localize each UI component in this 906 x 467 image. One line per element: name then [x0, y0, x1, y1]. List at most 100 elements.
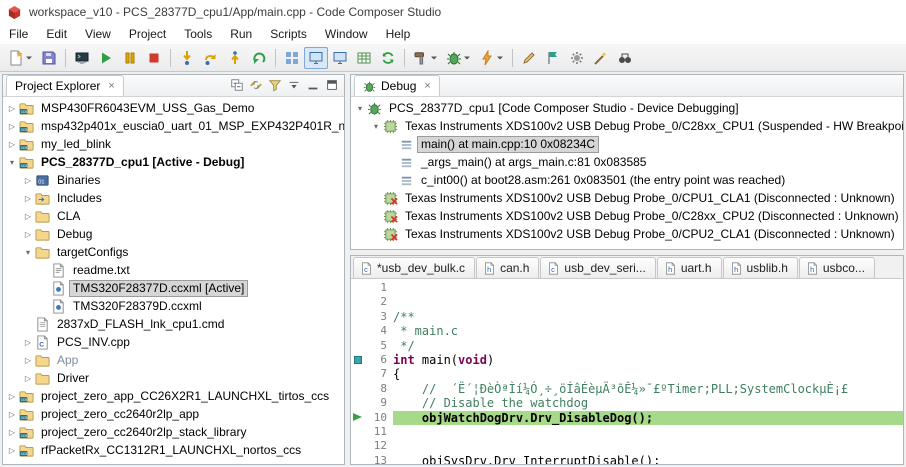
tree-item[interactable]: readme.txt: [3, 261, 344, 279]
code-line[interactable]: 1: [351, 281, 903, 295]
tree-item[interactable]: ▷ msp432p401x_euscia0_uart_01_MSP_EXP432P…: [3, 117, 344, 135]
tree-item[interactable]: 2837xD_FLASH_lnk_cpu1.cmd: [3, 315, 344, 333]
tree-item[interactable]: ▷ Driver: [3, 369, 344, 387]
wand-button[interactable]: [589, 47, 613, 69]
menu-help[interactable]: Help: [377, 25, 420, 43]
terminate-button[interactable]: [142, 47, 166, 69]
code-line[interactable]: 9 // Disable the watchdog: [351, 396, 903, 410]
expander-icon[interactable]: ▾: [370, 122, 382, 131]
editor-tab[interactable]: usb_dev_seri...: [540, 257, 656, 278]
tree-item[interactable]: TMS320F28379D.ccxml: [3, 297, 344, 315]
tree-item[interactable]: ▷ App: [3, 351, 344, 369]
line-number[interactable]: 4: [365, 324, 393, 338]
console-button[interactable]: [70, 47, 94, 69]
tree-item[interactable]: ▷ Binaries: [3, 171, 344, 189]
debug-core-item[interactable]: Texas Instruments XDS100v2 USB Debug Pro…: [351, 189, 903, 207]
debug-core-item[interactable]: ▾ Texas Instruments XDS100v2 USB Debug Pr…: [351, 117, 903, 135]
menu-file[interactable]: File: [0, 25, 37, 43]
maximize-icon[interactable]: [325, 78, 339, 92]
expander-icon[interactable]: ▷: [22, 194, 34, 203]
resume-button[interactable]: [94, 47, 118, 69]
step-over-button[interactable]: [199, 47, 223, 69]
expander-icon[interactable]: ▾: [22, 248, 34, 257]
suspend-button[interactable]: [118, 47, 142, 69]
editor-tab[interactable]: usblib.h: [722, 257, 798, 278]
line-number[interactable]: 2: [365, 295, 393, 309]
tree-item[interactable]: ▷ MSP430FR6043EVM_USS_Gas_Demo: [3, 99, 344, 117]
line-number[interactable]: 5: [365, 339, 393, 353]
build-button[interactable]: [409, 47, 442, 69]
menu-run[interactable]: Run: [221, 25, 261, 43]
expander-icon[interactable]: ▷: [22, 176, 34, 185]
tree-item[interactable]: ▷ project_zero_cc2640r2lp_stack_library: [3, 423, 344, 441]
tree-item-active-project[interactable]: ▾ PCS_28377D_cpu1 [Active - Debug]: [3, 153, 344, 171]
code-line[interactable]: 6 int main(void): [351, 353, 903, 367]
code-line[interactable]: 7{: [351, 367, 903, 381]
code-line[interactable]: 12: [351, 439, 903, 453]
refresh-button[interactable]: [376, 47, 400, 69]
tab-project-explorer[interactable]: Project Explorer ×: [6, 75, 124, 96]
line-number[interactable]: 6: [365, 353, 393, 367]
code-line[interactable]: 8 // ´Ë´¦ÐèÒªÌí¼Ó¸÷¸öÍâÉèµÄ³õÊ¼»¯£ºTimer…: [351, 382, 903, 396]
code-line[interactable]: 11: [351, 425, 903, 439]
menu-scripts[interactable]: Scripts: [261, 25, 316, 43]
settings-button[interactable]: [565, 47, 589, 69]
minimize-icon[interactable]: [306, 78, 320, 92]
debug-session-item[interactable]: ▾ PCS_28377D_cpu1 [Code Composer Studio -…: [351, 99, 903, 117]
tree-item[interactable]: ▷ CLA: [3, 207, 344, 225]
line-number[interactable]: 7: [365, 367, 393, 381]
annotate-button[interactable]: [517, 47, 541, 69]
close-icon[interactable]: ×: [108, 80, 114, 92]
expander-icon[interactable]: ▷: [6, 122, 18, 131]
menu-project[interactable]: Project: [120, 25, 175, 43]
expander-icon[interactable]: ▷: [6, 104, 18, 113]
tree-item[interactable]: ▷ project_zero_cc2640r2lp_app: [3, 405, 344, 423]
line-number[interactable]: 13: [365, 454, 393, 464]
tree-item[interactable]: ▷ PCS_INV.cpp: [3, 333, 344, 351]
tree-item[interactable]: ▷ rfPacketRx_CC1312R1_LAUNCHXL_nortos_ccs: [3, 441, 344, 459]
tree-item[interactable]: ▷ project_zero_app_CC26X2R1_LAUNCHXL_tirt…: [3, 387, 344, 405]
stack-frame-item[interactable]: _args_main() at args_main.c:81 0x083585: [351, 153, 903, 171]
view-menu-icon[interactable]: [287, 78, 301, 92]
debug-button[interactable]: [442, 47, 475, 69]
tab-debug[interactable]: Debug ×: [354, 75, 440, 96]
menu-view[interactable]: View: [76, 25, 120, 43]
code-editor[interactable]: 1 2 3/** 4 * main.c 5 */ 6 int main(void)…: [351, 279, 903, 464]
stack-frame-item[interactable]: c_int00() at boot28.asm:261 0x083501 (th…: [351, 171, 903, 189]
memory-browser-button[interactable]: [304, 46, 328, 69]
expander-icon[interactable]: ▷: [6, 392, 18, 401]
tree-item[interactable]: ▾ targetConfigs: [3, 243, 344, 261]
tree-item[interactable]: ▷ Debug: [3, 225, 344, 243]
expander-icon[interactable]: ▷: [6, 428, 18, 437]
menu-window[interactable]: Window: [316, 25, 377, 43]
expander-icon[interactable]: ▷: [6, 410, 18, 419]
expander-icon[interactable]: ▷: [6, 140, 18, 149]
editor-tab[interactable]: uart.h: [656, 257, 722, 278]
tree-item[interactable]: ▷ Includes: [3, 189, 344, 207]
step-return-button[interactable]: [223, 47, 247, 69]
save-button[interactable]: [37, 47, 61, 69]
expander-icon[interactable]: ▷: [22, 230, 34, 239]
code-line[interactable]: 13 objSysDrv.Drv_InterruptDisable();: [351, 454, 903, 464]
line-number[interactable]: 11: [365, 425, 393, 439]
expander-icon[interactable]: ▷: [22, 374, 34, 383]
line-number[interactable]: 1: [365, 281, 393, 295]
expander-icon[interactable]: ▾: [6, 158, 18, 167]
stack-frame-item-selected[interactable]: main() at main.cpp:10 0x08234C: [351, 135, 903, 153]
code-line-current[interactable]: 10 objWatchDogDrv.Drv_DisableDog();: [351, 410, 903, 425]
code-line[interactable]: 3/**: [351, 310, 903, 324]
debug-core-item[interactable]: Texas Instruments XDS100v2 USB Debug Pro…: [351, 207, 903, 225]
debug-core-item[interactable]: Texas Instruments XDS100v2 USB Debug Pro…: [351, 225, 903, 243]
expander-icon[interactable]: ▷: [6, 446, 18, 455]
expander-icon[interactable]: ▷: [22, 338, 34, 347]
code-line[interactable]: 4 * main.c: [351, 324, 903, 338]
line-number[interactable]: 10: [365, 411, 393, 425]
link-with-editor-icon[interactable]: [249, 78, 263, 92]
editor-tab[interactable]: usbco...: [798, 257, 875, 278]
line-number[interactable]: 12: [365, 439, 393, 453]
expander-icon[interactable]: ▾: [354, 104, 366, 113]
code-line[interactable]: 2: [351, 295, 903, 309]
target-console-button[interactable]: [328, 47, 352, 69]
step-into-button[interactable]: [175, 47, 199, 69]
menu-edit[interactable]: Edit: [37, 25, 76, 43]
